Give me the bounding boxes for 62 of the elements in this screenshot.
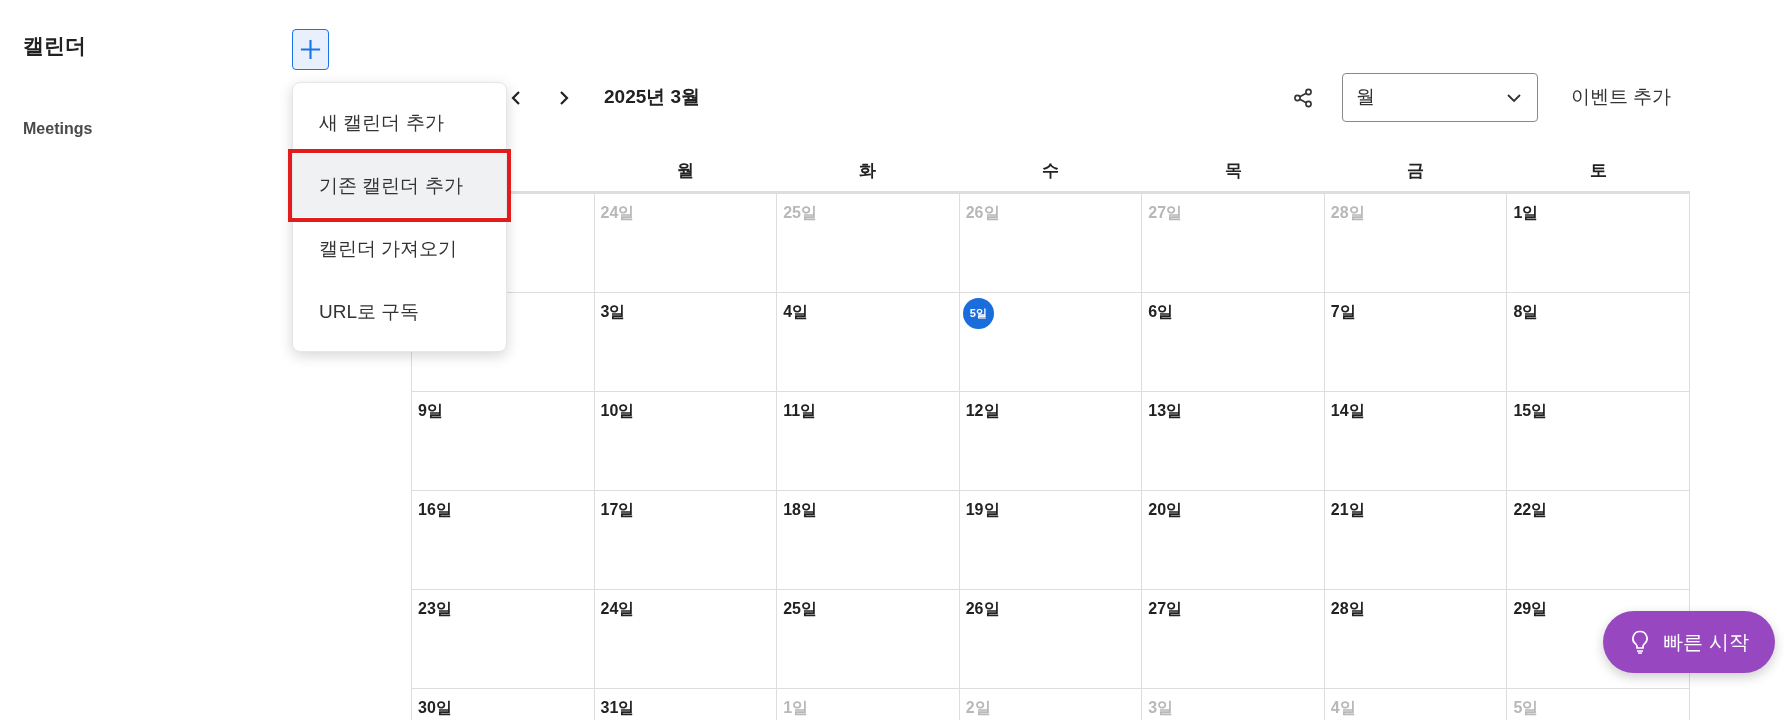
weekday-header: 월 <box>676 159 694 182</box>
day-number: 6일 <box>1148 302 1174 322</box>
day-number: 11일 <box>783 401 817 421</box>
day-number: 1일 <box>783 698 809 718</box>
menu-item[interactable]: 새 캘린더 추가 <box>293 91 506 154</box>
calendar-group-label[interactable]: Meetings <box>23 117 93 141</box>
day-number: 25일 <box>783 599 817 619</box>
day-number: 27일 <box>1148 203 1183 223</box>
menu-item[interactable]: URL로 구독 <box>293 280 506 343</box>
sidebar-title: 캘린더 <box>23 33 86 59</box>
day-number: 3일 <box>600 302 626 322</box>
day-number: 17일 <box>600 500 635 520</box>
day-number: 23일 <box>418 599 452 619</box>
weekday-header: 화 <box>859 159 877 182</box>
day-number: 24일 <box>600 599 635 619</box>
weekday-header: 목 <box>1224 159 1242 182</box>
month-title: 2025년 3월 <box>604 85 701 110</box>
day-number: 30일 <box>418 698 452 718</box>
day-number: 2일 <box>965 698 991 718</box>
day-number: 4일 <box>783 302 809 322</box>
add-calendar-button[interactable] <box>292 29 329 70</box>
day-number: 28일 <box>1330 203 1365 223</box>
day-number: 18일 <box>783 500 817 520</box>
day-number: 16일 <box>418 500 452 520</box>
day-number: 5일 <box>1513 698 1539 718</box>
day-number: 12일 <box>965 401 1000 421</box>
day-number: 26일 <box>965 203 1000 223</box>
chevron-left-icon <box>511 89 521 106</box>
day-number: 20일 <box>1148 500 1183 520</box>
menu-item[interactable]: 캘린더 가져오기 <box>293 217 506 280</box>
weekday-header: 수 <box>1042 159 1059 182</box>
day-number: 1일 <box>1513 203 1539 223</box>
view-select[interactable]: 월 <box>1341 73 1538 122</box>
quick-start-button[interactable]: 빠른 시작 <box>1603 611 1775 673</box>
day-number: 3일 <box>1148 698 1174 718</box>
day-number: 21일 <box>1330 500 1365 520</box>
day-number: 7일 <box>1330 302 1356 322</box>
chevron-right-icon <box>559 89 569 106</box>
plus-icon <box>299 38 322 61</box>
day-number: 28일 <box>1330 599 1365 619</box>
share-icon <box>1292 87 1313 108</box>
add-event-button[interactable]: 이벤트 추가 <box>1570 83 1671 112</box>
day-number: 8일 <box>1513 302 1539 322</box>
day-number: 13일 <box>1148 401 1183 421</box>
day-number: 10일 <box>600 401 635 421</box>
day-number: 15일 <box>1513 401 1548 421</box>
weekday-header: 토 <box>1590 159 1608 182</box>
day-number: 29일 <box>1513 599 1548 619</box>
day-number: 4일 <box>1330 698 1356 718</box>
day-number: 25일 <box>783 203 817 223</box>
day-number: 22일 <box>1513 500 1548 520</box>
day-number: 24일 <box>600 203 635 223</box>
day-number: 26일 <box>965 599 1000 619</box>
weekday-header: 금 <box>1407 159 1425 182</box>
today-date-badge: 5일 <box>962 298 994 329</box>
chevron-down-icon <box>1506 93 1521 102</box>
day-number: 19일 <box>965 500 1000 520</box>
lightbulb-icon <box>1631 630 1650 654</box>
day-number: 9일 <box>418 401 443 421</box>
day-number: 27일 <box>1148 599 1183 619</box>
day-number: 14일 <box>1330 401 1365 421</box>
day-number: 31일 <box>600 698 635 718</box>
